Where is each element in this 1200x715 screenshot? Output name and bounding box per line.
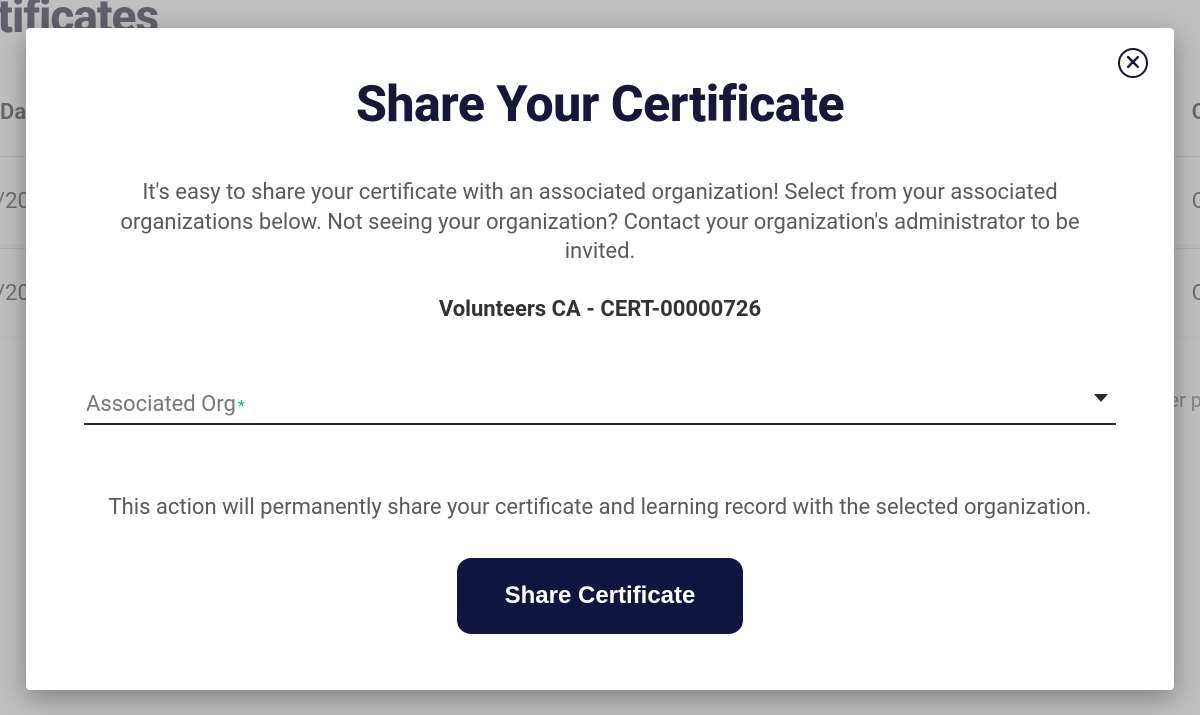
modal-overlay[interactable]: Share Your Certificate It's easy to shar… — [0, 0, 1200, 715]
required-indicator: * — [238, 396, 245, 415]
modal-title: Share Your Certificate — [84, 76, 1116, 134]
associated-org-select[interactable]: Associated Org* — [84, 386, 1116, 425]
share-warning: This action will permanently share your … — [84, 495, 1116, 520]
share-certificate-button[interactable]: Share Certificate — [457, 558, 744, 634]
close-button[interactable] — [1118, 48, 1148, 78]
chevron-down-icon — [1094, 394, 1108, 402]
share-certificate-modal: Share Your Certificate It's easy to shar… — [26, 28, 1174, 690]
select-label: Associated Org — [86, 392, 236, 417]
modal-description: It's easy to share your certificate with… — [100, 178, 1100, 267]
certificate-name: Volunteers CA - CERT-00000726 — [84, 297, 1116, 322]
close-icon — [1127, 56, 1139, 71]
